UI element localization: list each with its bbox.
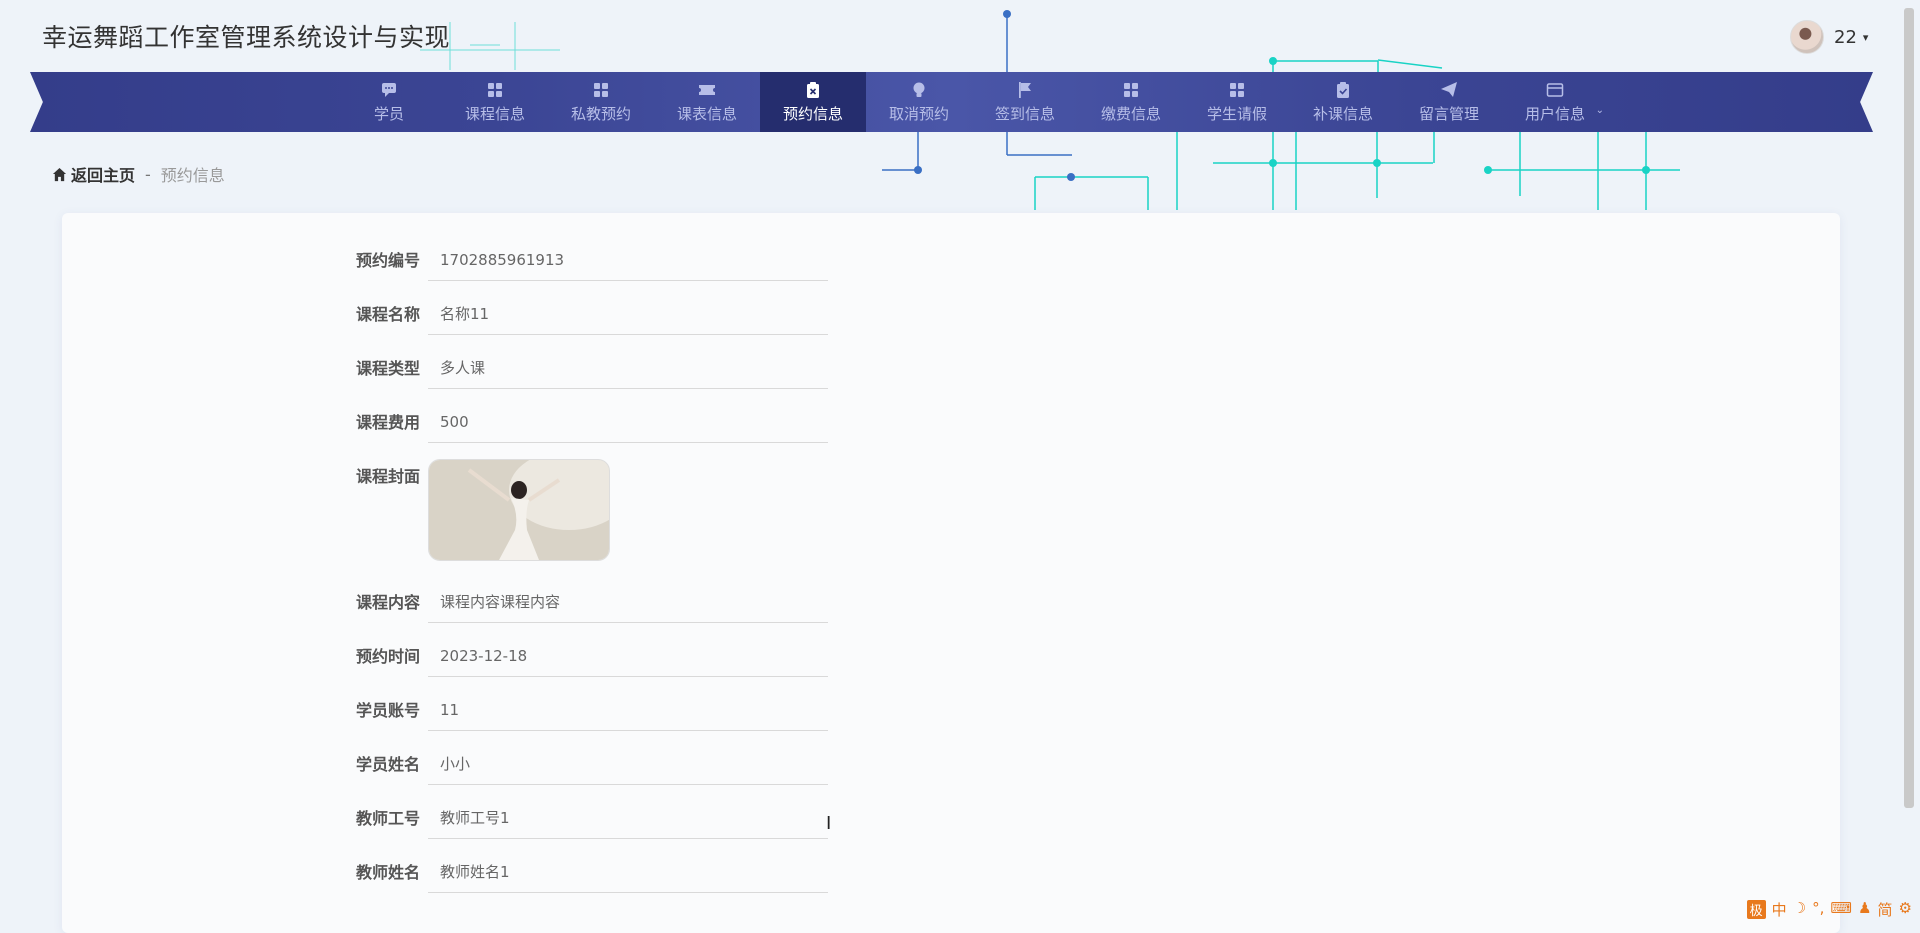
text-cursor-icon: I: [826, 813, 832, 834]
nav-item-label: 签到信息: [994, 104, 1055, 123]
nav-item-label: 课程信息: [464, 104, 525, 123]
nav-item-label: 学生请假: [1206, 104, 1267, 123]
nav-item-3[interactable]: 课表信息: [654, 72, 760, 132]
clipboard-x-icon: [804, 81, 822, 99]
nav-item-11[interactable]: 用户信息 ⌄: [1502, 72, 1608, 132]
form-row: 课程费用 500: [62, 403, 828, 443]
ime-item[interactable]: 简: [1878, 899, 1893, 920]
form-row: 课程名称 名称11: [62, 295, 828, 335]
main-nav: 学员 课程信息 私教预约 课表信息 预约信息 取消预约 签到信息 缴费信息 学生请假 补课信息 留言…: [30, 72, 1873, 132]
form-field-value[interactable]: 多人课: [428, 349, 828, 389]
nav-item-0[interactable]: 学员: [336, 72, 442, 132]
form-label: 教师工号: [355, 809, 420, 828]
chevron-down-icon[interactable]: ▾: [1863, 31, 1869, 44]
breadcrumb-home-link[interactable]: 返回主页: [71, 162, 135, 186]
grid-icon: [1122, 81, 1140, 99]
nav-item-label: 缴费信息: [1100, 104, 1161, 123]
form-field-value[interactable]: 1702885961913: [428, 241, 828, 281]
form-row: 学员姓名 小小: [62, 745, 828, 785]
form-field-value[interactable]: 小小: [428, 745, 828, 785]
nav-item-label: 用户信息: [1524, 104, 1585, 123]
nav-item-5[interactable]: 取消预约: [866, 72, 972, 132]
breadcrumb-current: 预约信息: [160, 166, 225, 185]
form-label: 课程类型: [355, 359, 420, 378]
form-field-value[interactable]: 2023-12-18: [428, 637, 828, 677]
avatar[interactable]: [1790, 20, 1824, 54]
chat-icon: [380, 81, 398, 99]
form-row: 预约时间 2023-12-18: [62, 637, 828, 677]
grid-icon: [1228, 81, 1246, 99]
form-field-value[interactable]: 500: [428, 403, 828, 443]
page-scrollbar[interactable]: [1904, 8, 1914, 808]
card-icon: [1546, 81, 1564, 99]
breadcrumb: 返回主页 - 预约信息: [52, 162, 225, 186]
form-row: 课程封面: [62, 457, 610, 561]
form-label: 学员账号: [355, 701, 420, 720]
nav-item-label: 补课信息: [1312, 104, 1373, 123]
ime-logo[interactable]: 极: [1746, 900, 1766, 919]
ime-item[interactable]: ♟: [1858, 899, 1871, 920]
user-menu[interactable]: 22 ▾: [1790, 20, 1868, 54]
form-row: 预约编号 1702885961913: [62, 241, 828, 281]
form-label: 预约时间: [355, 647, 420, 666]
nav-item-label: 课表信息: [676, 104, 737, 123]
nav-item-label: 学员: [373, 104, 404, 123]
nav-item-6[interactable]: 签到信息: [972, 72, 1078, 132]
ime-item[interactable]: 中: [1772, 899, 1787, 920]
nav-item-9[interactable]: 补课信息: [1290, 72, 1396, 132]
chevron-down-icon: ⌄: [1595, 105, 1604, 116]
nav-item-label: 取消预约: [888, 104, 949, 123]
app-title: 幸运舞蹈工作室管理系统设计与实现: [42, 23, 451, 52]
send-icon: [1440, 81, 1458, 99]
form-label: 预约编号: [355, 251, 420, 270]
form-label: 课程费用: [355, 413, 420, 432]
form-label: 课程封面: [355, 467, 420, 486]
ticket-icon: [698, 81, 716, 99]
nav-item-label: 私教预约: [570, 104, 631, 123]
form-field-value[interactable]: 教师姓名1: [428, 853, 828, 893]
form-row: 课程类型 多人课: [62, 349, 828, 389]
clipboard-check-icon: [1334, 81, 1352, 99]
form-field-value[interactable]: 教师工号1: [428, 799, 828, 839]
form-row: 教师姓名 教师姓名1: [62, 853, 828, 893]
form-label: 课程内容: [355, 593, 420, 612]
ime-item[interactable]: ⌨: [1830, 899, 1852, 920]
form-field-value[interactable]: 11: [428, 691, 828, 731]
course-cover-image: [428, 459, 610, 561]
breadcrumb-separator: -: [145, 164, 151, 184]
nav-item-label: 留言管理: [1418, 104, 1479, 123]
form-field-value[interactable]: 课程内容课程内容: [428, 583, 828, 623]
nav-item-1[interactable]: 课程信息: [442, 72, 548, 132]
nav-items: 学员 课程信息 私教预约 课表信息 预约信息 取消预约 签到信息 缴费信息 学生请假 补课信息 留言…: [336, 72, 1608, 132]
form-label: 学员姓名: [355, 755, 420, 774]
nav-item-8[interactable]: 学生请假: [1184, 72, 1290, 132]
detail-card: 预约编号 1702885961913 课程名称 名称11 课程类型 多人课 课程费用 500 课…: [62, 213, 1840, 933]
ime-toolbar: 极 中 ☽ °, ⌨ ♟ 简 ⚙: [1746, 899, 1912, 920]
form-field-value[interactable]: 名称11: [428, 295, 828, 335]
form-label: 课程名称: [355, 305, 420, 324]
grid-icon: [592, 81, 610, 99]
bulb-icon: [910, 81, 928, 99]
nav-item-label: 预约信息: [782, 104, 843, 123]
ime-item[interactable]: °,: [1812, 899, 1824, 920]
ime-items: 中 ☽ °, ⌨ ♟ 简 ⚙: [1772, 899, 1912, 920]
flag-icon: [1016, 81, 1034, 99]
nav-item-4[interactable]: 预约信息: [760, 72, 866, 132]
form-row: 学员账号 11: [62, 691, 828, 731]
ime-item[interactable]: ⚙: [1899, 899, 1912, 920]
grid-icon: [486, 81, 504, 99]
home-icon: [52, 167, 67, 181]
form-row: 教师工号 教师工号1: [62, 799, 828, 839]
ime-item[interactable]: ☽: [1793, 899, 1806, 920]
nav-item-2[interactable]: 私教预约: [548, 72, 654, 132]
form-row: 课程内容 课程内容课程内容: [62, 583, 828, 623]
nav-item-7[interactable]: 缴费信息: [1078, 72, 1184, 132]
form-label: 教师姓名: [355, 863, 420, 882]
user-name[interactable]: 22: [1834, 27, 1857, 48]
nav-item-10[interactable]: 留言管理: [1396, 72, 1502, 132]
